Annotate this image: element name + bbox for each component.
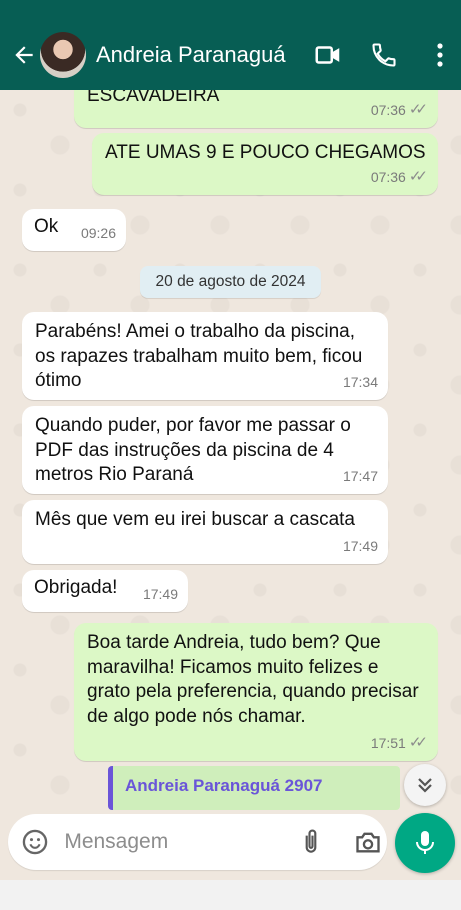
message-list[interactable]: ESCAVADEIRA 07:36 ✓✓ ATE UMAS 9 E POUCO C… [0,90,461,810]
message-bubble[interactable]: Quando puder, por favor me passar o PDF … [22,406,388,494]
back-arrow-icon[interactable] [6,37,42,73]
message-bubble[interactable]: Mês que vem eu irei buscar a cascata 17:… [22,500,388,564]
quoted-message[interactable]: Andreia Paranaguá 2907 [108,766,400,810]
system-navigation-bar [0,880,461,910]
message-text: Mês que vem eu irei buscar a cascata [35,509,355,530]
message-text: Obrigada! [34,577,118,598]
microphone-button[interactable] [395,813,455,873]
message-text: Ok [34,216,59,237]
status-bar [0,0,461,20]
message-bubble[interactable]: Boa tarde Andreia, tudo bem? Que maravil… [74,623,438,761]
contact-name[interactable]: Andreia Paranaguá [96,42,292,68]
double-chevron-down-icon [418,778,432,793]
message-time: 07:36 ✓✓ [371,98,428,123]
message-time: 09:26 [80,224,116,241]
message-time: 17:51 ✓✓ [371,731,428,756]
composer [0,810,461,880]
message-text: Quando puder, por favor me passar o PDF … [35,415,351,485]
read-ticks-icon: ✓✓ [408,100,428,118]
message-input[interactable] [64,830,275,854]
message-bubble[interactable]: Parabéns! Amei o trabalho da piscina, os… [22,312,388,400]
video-call-icon[interactable] [308,35,348,75]
message-time: 17:47 [342,467,378,484]
emoji-icon[interactable] [16,822,54,862]
camera-icon[interactable] [349,822,387,862]
microphone-icon [416,831,434,854]
message-text: Boa tarde Andreia, tudo bem? Que maravil… [87,632,419,727]
message-text: ATE UMAS 9 E POUCO CHEGAMOS [105,142,426,163]
message-bubble[interactable]: ESCAVADEIRA 07:36 ✓✓ [74,90,438,128]
message-time: 07:36 ✓✓ [371,165,428,190]
read-ticks-icon: ✓✓ [408,733,428,751]
scroll-to-bottom-button[interactable] [404,764,446,806]
message-time: 17:49 [142,585,178,602]
phone-icon[interactable] [364,35,404,75]
message-time: 17:34 [342,373,378,390]
chat-header: Andreia Paranaguá [0,20,461,90]
quoted-author: Andreia Paranaguá 2907 [125,776,323,795]
message-time: 17:49 [342,537,378,554]
message-input-container [8,814,387,870]
message-bubble[interactable]: Ok 09:26 [22,209,126,251]
more-vert-icon[interactable] [420,35,460,75]
message-bubble[interactable]: Obrigada! 17:49 [22,570,188,612]
message-text: ESCAVADEIRA [87,90,220,106]
date-divider: 20 de agosto de 2024 [140,266,321,298]
message-text: Parabéns! Amei o trabalho da piscina, os… [35,321,363,391]
attach-icon[interactable] [292,822,330,862]
avatar[interactable] [40,32,86,78]
read-ticks-icon: ✓✓ [408,167,428,185]
message-bubble[interactable]: ATE UMAS 9 E POUCO CHEGAMOS 07:36 ✓✓ [92,133,438,195]
